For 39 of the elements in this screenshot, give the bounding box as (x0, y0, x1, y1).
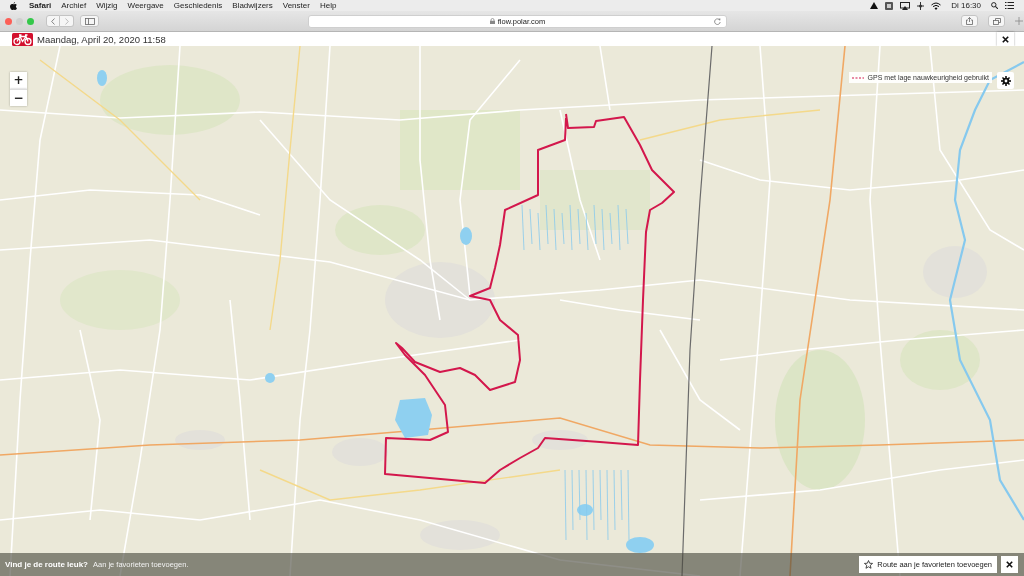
app-menu[interactable]: Safari (29, 0, 52, 11)
menu-item[interactable]: Weergave (127, 0, 164, 11)
menu-item[interactable]: Wijzig (96, 0, 118, 11)
gear-icon (1000, 75, 1011, 86)
sidebar-icon (84, 17, 95, 25)
sidebar-button[interactable] (80, 15, 99, 27)
close-icon (1002, 35, 1009, 43)
dashed-line-icon (851, 76, 864, 79)
star-icon (864, 560, 874, 569)
cross-icon[interactable] (917, 1, 925, 10)
chevron-right-icon (64, 17, 69, 25)
search-icon[interactable] (991, 2, 998, 9)
wifi-icon[interactable] (931, 1, 942, 10)
list-icon[interactable] (1005, 2, 1014, 9)
favorite-question: Vind je de route leuk? (5, 560, 88, 569)
menu-item[interactable]: Help (319, 0, 337, 11)
apple-icon[interactable] (10, 1, 17, 10)
zoom-in-button[interactable]: + (10, 72, 27, 89)
back-button[interactable] (46, 15, 60, 27)
menu-item[interactable]: Geschiedenis (173, 0, 223, 11)
tabs-icon (992, 17, 1001, 25)
zoom-out-button[interactable]: − (10, 89, 27, 106)
share-button[interactable] (961, 15, 978, 27)
settings-button[interactable] (997, 72, 1014, 89)
share-icon (966, 17, 973, 25)
display-icon[interactable] (900, 1, 911, 10)
triangle-icon[interactable] (870, 2, 879, 9)
menu-item[interactable]: Venster (282, 0, 310, 11)
close-button[interactable] (997, 32, 1014, 46)
activity-title: Maandag, April 20, 2020 11:58 (37, 33, 166, 45)
tile-icon[interactable] (885, 1, 894, 10)
lock-icon (489, 18, 495, 24)
menu-item[interactable]: Bladwijzers (232, 0, 273, 11)
menu-clock[interactable]: Di 16:30 (951, 1, 981, 10)
close-button[interactable] (1001, 556, 1018, 573)
tabs-button[interactable] (988, 15, 1005, 27)
chevron-left-icon (51, 17, 55, 25)
menu-item[interactable]: Archief (61, 0, 87, 11)
close-icon (1006, 561, 1013, 568)
